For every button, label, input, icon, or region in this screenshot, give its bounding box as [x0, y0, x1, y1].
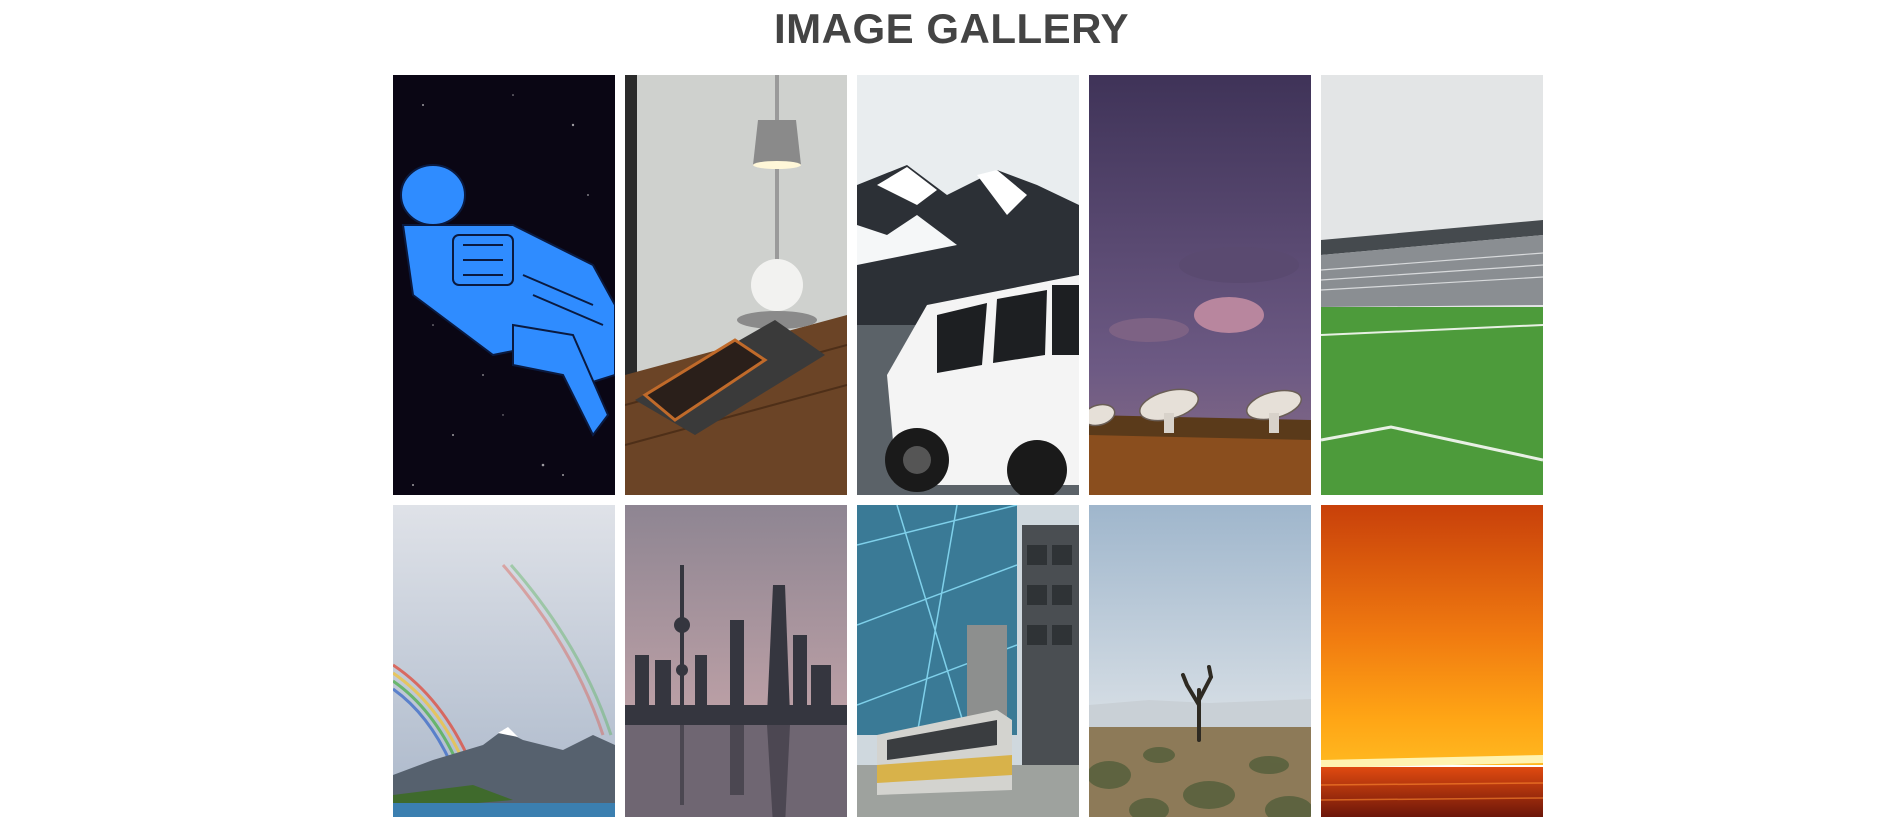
- gallery-image-astronaut[interactable]: [393, 75, 615, 495]
- gallery-image-horizon[interactable]: [1321, 505, 1543, 817]
- gallery-image-tram[interactable]: [857, 505, 1079, 817]
- gallery-image-rainbow[interactable]: [393, 505, 615, 817]
- rainbow-image: [393, 505, 615, 817]
- stadium-image: [1321, 75, 1543, 495]
- desert-image: [1089, 505, 1311, 817]
- tram-image: [857, 505, 1079, 817]
- gallery-image-skyline[interactable]: [625, 505, 847, 817]
- skyline-image: [625, 505, 847, 817]
- telescopes-image: [1089, 75, 1311, 495]
- gallery-image-stadium[interactable]: [1321, 75, 1543, 495]
- gallery-image-desert[interactable]: [1089, 505, 1311, 817]
- gallery-image-desk[interactable]: [625, 75, 847, 495]
- gallery-image-telescopes[interactable]: [1089, 75, 1311, 495]
- gallery-page: IMAGE GALLERY: [0, 0, 1903, 817]
- jeep-image: [857, 75, 1079, 495]
- desk-image: [625, 75, 847, 495]
- image-gallery: [393, 75, 1545, 817]
- astronaut-image: [393, 75, 615, 495]
- page-title: IMAGE GALLERY: [774, 5, 1129, 52]
- horizon-image: [1321, 505, 1543, 817]
- gallery-image-jeep[interactable]: [857, 75, 1079, 495]
